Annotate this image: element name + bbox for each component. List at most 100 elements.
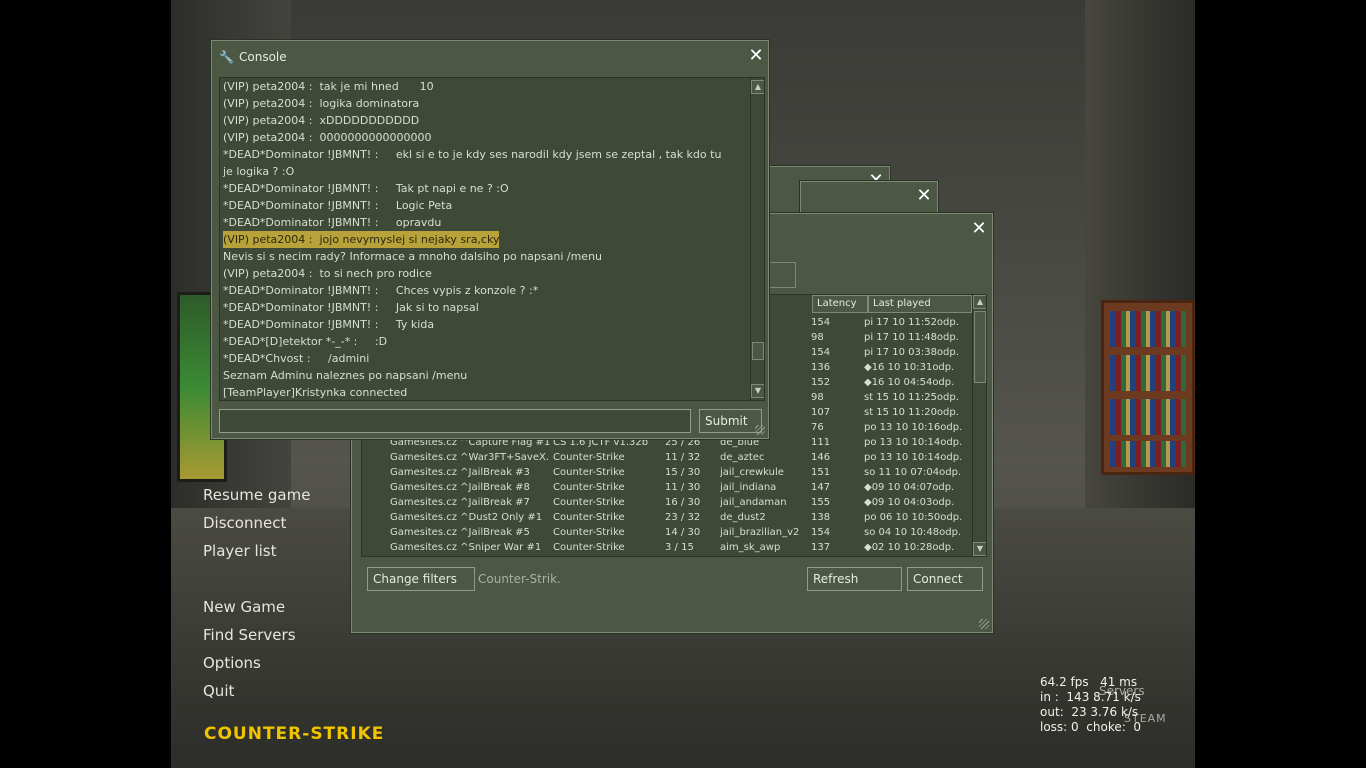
console-line: (VIP) peta2004 : tak je mi hned 10 <box>223 80 434 93</box>
cell-map: jail_brazilian_v2 <box>720 527 800 538</box>
cell-name: Gamesites.cz ^JailBreak #3 <box>390 467 530 478</box>
cell-game: Counter-Strike <box>553 467 625 478</box>
console-line: (VIP) peta2004 : jojo nevymyslej si neja… <box>223 231 500 248</box>
cell-map: jail_andaman <box>720 497 787 508</box>
console-input[interactable] <box>219 409 691 433</box>
cell-players: 15 / 30 <box>665 467 701 478</box>
cell-game: Counter-Strike <box>553 452 625 463</box>
scroll-down-icon[interactable]: ▼ <box>973 542 986 556</box>
console-line: *DEAD*Chvost : /admini <box>223 352 370 365</box>
cell-name: Gamesites.cz ^JailBreak #7 <box>390 497 530 508</box>
scroll-up-icon[interactable]: ▲ <box>751 80 764 94</box>
cell-latency: 138 <box>811 512 831 523</box>
table-row[interactable]: Gamesites.cz ^JailBreak #7 Counter-Strike… <box>362 497 972 512</box>
table-row[interactable]: Gamesites.cz ^JailBreak #3 Counter-Strike… <box>362 467 972 482</box>
scroll-up-icon[interactable]: ▲ <box>973 295 986 309</box>
console-line: *DEAD*Dominator !JBMNT! : opravdu <box>223 216 442 229</box>
cell-last: ◆02 10 10:28odp. <box>864 542 955 553</box>
cell-latency: 151 <box>811 467 831 478</box>
close-icon[interactable]: ✕ <box>747 47 765 66</box>
cell-last: st 15 10 11:20odp. <box>864 407 959 418</box>
menu-resume-game[interactable]: Resume game <box>203 486 310 504</box>
menu-find-servers[interactable]: Find Servers <box>203 626 296 644</box>
resize-grip[interactable] <box>755 425 765 435</box>
cell-latency: 136 <box>811 362 831 373</box>
menu-new-game[interactable]: New Game <box>203 598 285 616</box>
cell-game: Counter-Strike <box>553 542 625 553</box>
console-line: *DEAD*Dominator !JBMNT! : Tak pt napi e … <box>223 182 509 195</box>
cell-game: Counter-Strike <box>553 512 625 523</box>
cell-last: so 11 10 07:04odp. <box>864 467 962 478</box>
console-log: (VIP) peta2004 : tak je mi hned 10 (VIP) … <box>219 77 765 401</box>
table-row[interactable]: Gamesites.cz ^Sniper War #1 Counter-Strik… <box>362 542 972 556</box>
close-icon[interactable]: ✕ <box>970 220 988 239</box>
menu-quit[interactable]: Quit <box>203 682 234 700</box>
cell-map: aim_sk_awp <box>720 542 781 553</box>
server-list-scrollbar[interactable]: ▲ ▼ <box>972 295 986 556</box>
cell-latency: 147 <box>811 482 831 493</box>
cell-players: 14 / 30 <box>665 527 701 538</box>
cell-last: ◆16 10 10:31odp. <box>864 362 955 373</box>
cell-name: Gamesites.cz ^Sniper War #1 <box>390 542 542 553</box>
console-line: *DEAD*[D]etektor *-_-* : :D <box>223 335 388 348</box>
resize-grip[interactable] <box>979 619 989 629</box>
netgraph-loss: loss: 0 choke: 0 <box>1040 720 1142 734</box>
console-line: Nevis si s necim rady? Informace a mnoho… <box>223 250 603 263</box>
table-row[interactable]: Gamesites.cz ^JailBreak #5 Counter-Strike… <box>362 527 972 542</box>
table-row[interactable]: Gamesites.cz ^Capture Flag #1 CS 1.6 JCTF… <box>362 437 972 452</box>
cell-latency: 76 <box>811 422 824 433</box>
console-scrollbar[interactable]: ▲ ▼ <box>750 78 764 400</box>
cell-latency: 154 <box>811 527 831 538</box>
cell-last: pi 17 10 11:52odp. <box>864 317 959 328</box>
scene-bookshelf <box>1101 300 1195 475</box>
column-last-played[interactable]: Last played <box>868 295 972 313</box>
cell-last: so 04 10 10:48odp. <box>864 527 962 538</box>
cell-players: 23 / 32 <box>665 512 701 523</box>
cell-players: 3 / 15 <box>665 542 694 553</box>
cell-last: st 15 10 11:25odp. <box>864 392 959 403</box>
cell-last: po 13 10 10:16odp. <box>864 422 963 433</box>
menu-player-list[interactable]: Player list <box>203 542 276 560</box>
cell-name: Gamesites.cz ^Dust2 Only #1 <box>390 512 543 523</box>
cell-latency: 154 <box>811 347 831 358</box>
menu-options[interactable]: Options <box>203 654 261 672</box>
cell-latency: 111 <box>811 437 831 448</box>
netgraph-fps: 64.2 fps 41 ms <box>1040 675 1138 689</box>
cell-game: Counter-Strike <box>553 527 625 538</box>
cell-players: 11 / 30 <box>665 482 701 493</box>
connect-button[interactable]: Connect <box>907 567 983 591</box>
cell-map: jail_indiana <box>720 482 777 493</box>
cell-game: Counter-Strike <box>553 497 625 508</box>
console-line: (VIP) peta2004 : logika dominatora <box>223 97 420 110</box>
console-line: *DEAD*Dominator !JBMNT! : Chces vypis z … <box>223 284 539 297</box>
wrench-icon: 🔧 <box>219 50 234 64</box>
console-line: *DEAD*Dominator !JBMNT! : Ty kida <box>223 318 435 331</box>
cell-last: pi 17 10 11:48odp. <box>864 332 959 343</box>
cell-map: jail_crewkule <box>720 467 784 478</box>
close-icon[interactable]: ✕ <box>915 187 933 206</box>
cell-map: de_aztec <box>720 452 765 463</box>
counter-strike-logo: COUNTER-STRIKE <box>204 724 385 744</box>
cell-last: ◆09 10 04:03odp. <box>864 497 955 508</box>
cell-name: Gamesites.cz ^War3FT+SaveX... <box>390 452 550 463</box>
cell-players: 16 / 30 <box>665 497 701 508</box>
scroll-thumb[interactable] <box>752 342 764 360</box>
table-row[interactable]: Gamesites.cz ^War3FT+SaveX... Counter-Str… <box>362 452 972 467</box>
submit-button[interactable]: Submit <box>699 409 762 433</box>
menu-disconnect[interactable]: Disconnect <box>203 514 286 532</box>
netgraph-in: in : 143 8.71 k/s <box>1040 690 1141 704</box>
table-row[interactable]: Gamesites.cz ^Dust2 Only #1 Counter-Strik… <box>362 512 972 527</box>
table-row[interactable]: Gamesites.cz ^JailBreak #8 Counter-Strike… <box>362 482 972 497</box>
scroll-thumb[interactable] <box>974 311 986 383</box>
column-latency[interactable]: Latency <box>812 295 868 313</box>
console-line: (VIP) peta2004 : to si nech pro rodice <box>223 267 432 280</box>
console-window: 🔧 Console ✕ (VIP) peta2004 : tak je mi h… <box>211 40 769 439</box>
console-title: Console <box>239 50 287 64</box>
refresh-button[interactable]: Refresh <box>807 567 902 591</box>
scroll-down-icon[interactable]: ▼ <box>751 384 764 398</box>
filter-summary: Counter-Strik. <box>478 572 561 586</box>
console-line: (VIP) peta2004 : 0000000000000000 <box>223 131 432 144</box>
cell-latency: 98 <box>811 392 824 403</box>
change-filters-button[interactable]: Change filters <box>367 567 475 591</box>
cell-latency: 98 <box>811 332 824 343</box>
